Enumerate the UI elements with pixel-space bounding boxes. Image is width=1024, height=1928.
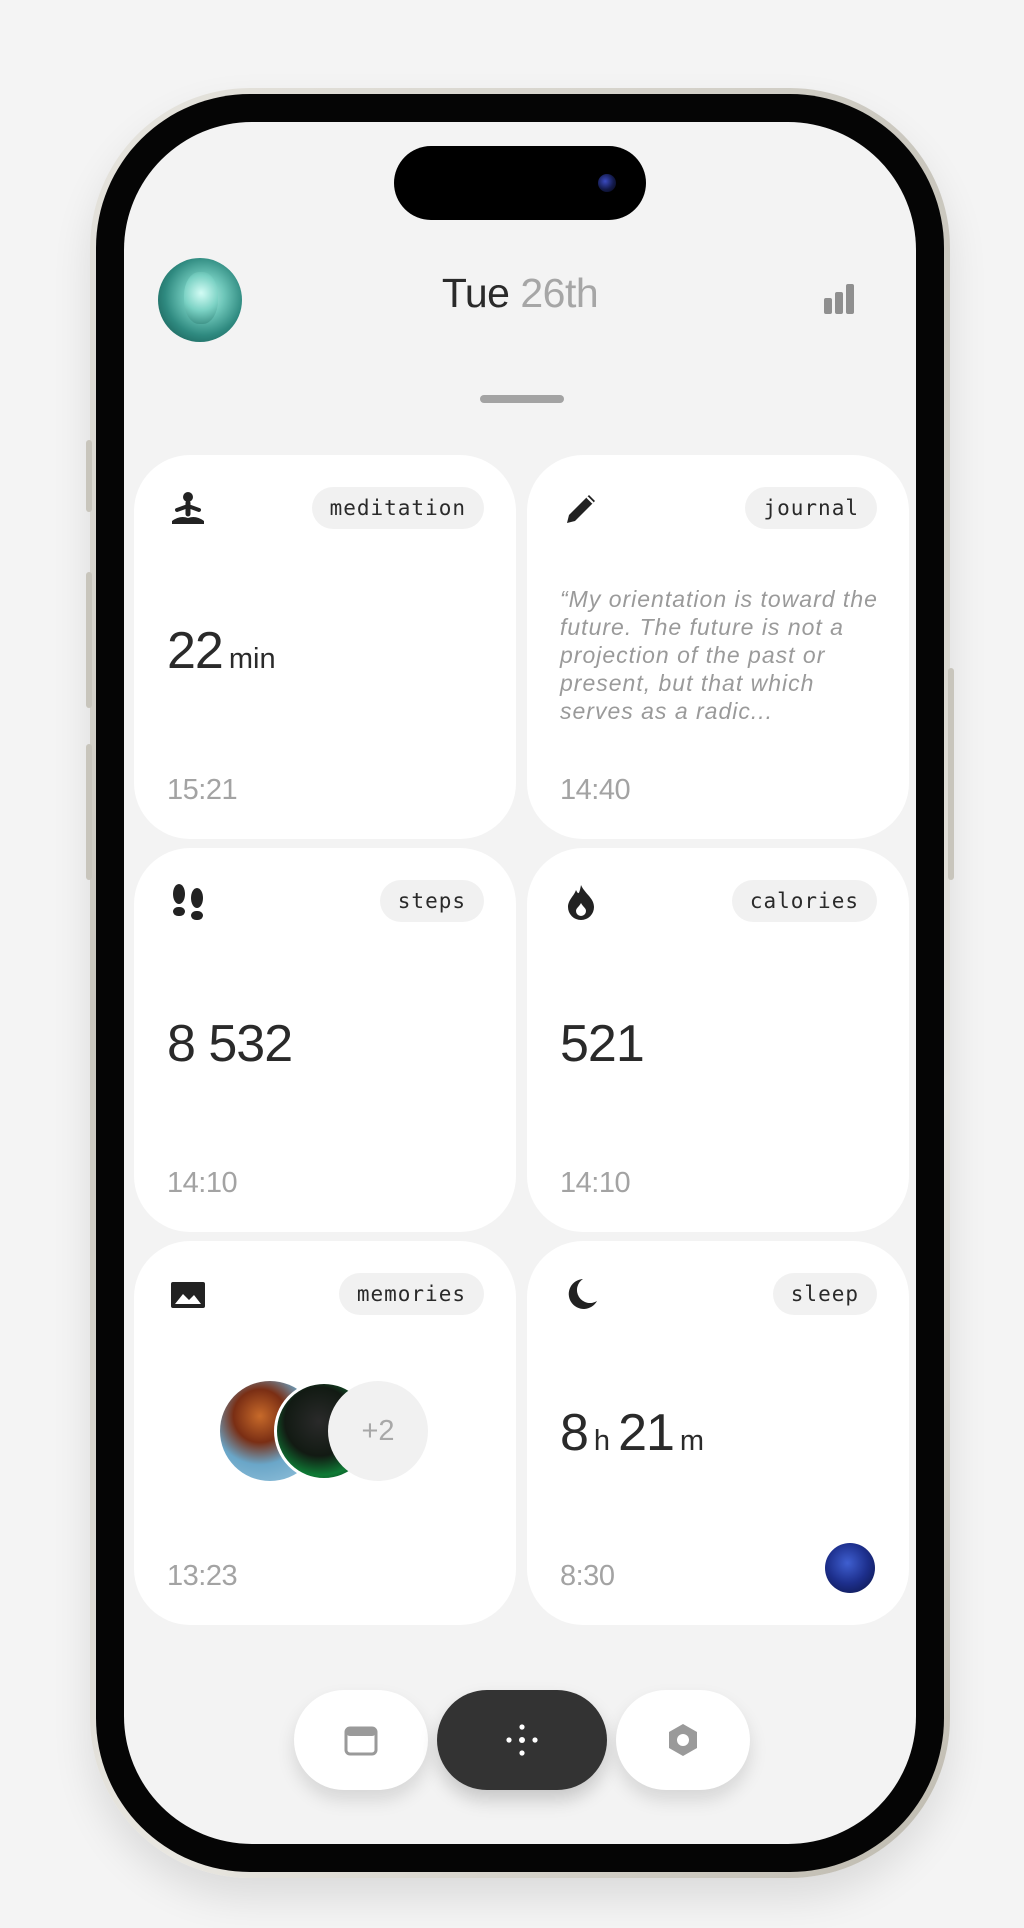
memories-more-count[interactable]: +2 <box>328 1381 428 1481</box>
flame-icon <box>561 882 601 927</box>
steps-time: 14:10 <box>167 1167 238 1199</box>
sleep-indicator[interactable] <box>825 1543 875 1593</box>
page-title: Tue 26th <box>330 270 710 317</box>
steps-card[interactable]: steps 8 532 14:10 <box>134 848 516 1232</box>
memories-card[interactable]: memories +2 13:23 <box>134 1241 516 1625</box>
journal-card[interactable]: journal “My orientation is toward the fu… <box>527 455 909 839</box>
power-button <box>948 668 954 880</box>
dots-icon <box>506 1724 538 1756</box>
meditation-tag: meditation <box>311 487 484 529</box>
calories-value: 521 <box>560 1015 645 1073</box>
meditation-card[interactable]: meditation 22 min 15:21 <box>134 455 516 839</box>
memories-time: 13:23 <box>167 1560 238 1592</box>
sleep-minutes-unit: m <box>679 1425 705 1457</box>
sleep-hours: 8 <box>560 1404 589 1462</box>
steps-value: 8 532 <box>167 1015 293 1073</box>
avatar[interactable] <box>158 258 242 342</box>
calendar-button[interactable] <box>294 1690 428 1790</box>
meditation-minutes: 22 <box>167 622 224 680</box>
journal-time: 14:40 <box>560 774 631 806</box>
meditation-unit: min <box>228 643 276 675</box>
calories-card[interactable]: calories 521 14:10 <box>527 848 909 1232</box>
sleep-minutes: 21 <box>618 1404 675 1462</box>
moon-icon <box>561 1275 601 1320</box>
camera-icon <box>598 174 616 192</box>
sleep-value: 8 h 21 m <box>560 1403 704 1463</box>
dynamic-island <box>394 146 646 220</box>
calories-tag: calories <box>731 880 877 922</box>
sleep-time: 8:30 <box>560 1560 615 1592</box>
sleep-hours-unit: h <box>593 1425 611 1457</box>
settings-button[interactable] <box>616 1690 750 1790</box>
date-label: 26th <box>520 270 599 316</box>
calendar-icon <box>344 1726 378 1756</box>
volume-down-button <box>86 744 92 880</box>
drag-handle[interactable] <box>480 395 564 403</box>
settings-hex-icon <box>669 1724 697 1756</box>
action-button <box>86 440 92 512</box>
volume-up-button <box>86 572 92 708</box>
avatar-face <box>184 272 218 324</box>
steps-tag: steps <box>379 880 484 922</box>
journal-tag: journal <box>745 487 877 529</box>
image-icon <box>168 1275 208 1320</box>
footprints-icon <box>168 882 208 927</box>
pencil-icon <box>561 489 601 534</box>
memories-tag: memories <box>338 1273 484 1315</box>
meditation-icon <box>168 489 208 534</box>
calories-time: 14:10 <box>560 1167 631 1199</box>
home-button[interactable] <box>437 1690 607 1790</box>
day-label: Tue <box>441 270 510 316</box>
meditation-time: 15:21 <box>167 774 238 806</box>
bar-chart-icon[interactable] <box>822 282 856 321</box>
meditation-value: 22 min <box>167 621 276 681</box>
journal-quote: “My orientation is toward the future. Th… <box>560 586 878 724</box>
sleep-card[interactable]: sleep 8 h 21 m 8:30 <box>527 1241 909 1625</box>
sleep-tag: sleep <box>772 1273 877 1315</box>
